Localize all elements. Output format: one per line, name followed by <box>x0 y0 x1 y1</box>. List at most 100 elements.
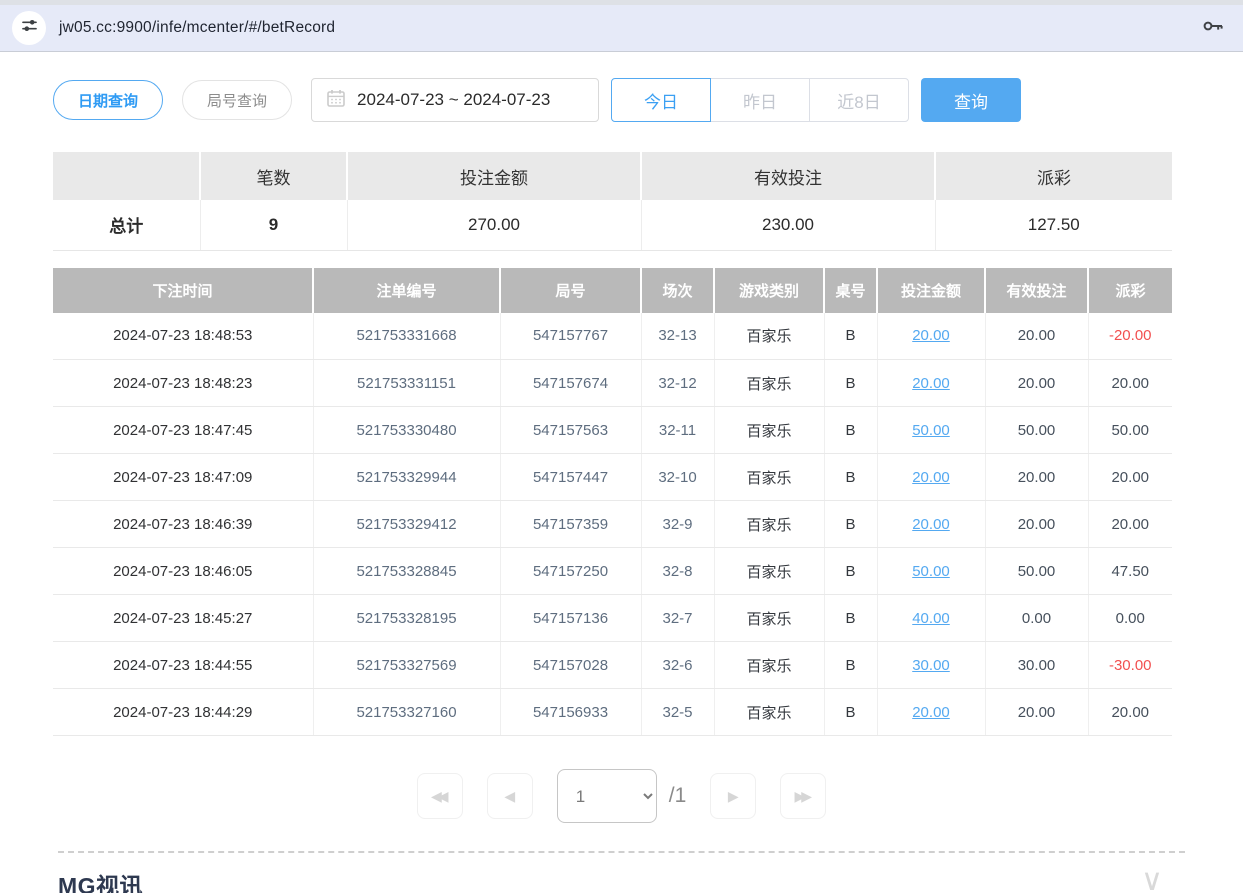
round-id-cell: 547157028 <box>500 642 641 689</box>
game-type-cell: 百家乐 <box>714 407 824 454</box>
bet-record-table: 下注时间 注单编号 局号 场次 游戏类别 桌号 投注金额 有效投注 派彩 202… <box>53 268 1172 737</box>
round-id-cell: 547157250 <box>500 548 641 595</box>
yesterday-button[interactable]: 昨日 <box>710 78 810 122</box>
prev-page-icon: ◀ <box>504 788 515 805</box>
round-id-cell: 547156933 <box>500 689 641 736</box>
today-button[interactable]: 今日 <box>611 78 711 122</box>
session-cell: 32-7 <box>641 595 714 642</box>
bet-amount-cell: 30.00 <box>877 642 985 689</box>
bet-time-cell: 2024-07-23 18:47:09 <box>53 454 313 501</box>
bet-amount-link[interactable]: 50.00 <box>912 422 950 439</box>
round-id-cell: 547157447 <box>500 454 641 501</box>
date-range-picker[interactable]: 2024-07-23 ~ 2024-07-23 <box>311 78 599 122</box>
pagination: ◀◀ ◀ 1 /1 ▶ ▶▶ <box>0 769 1243 823</box>
bet-amount-cell: 50.00 <box>877 548 985 595</box>
password-key-button[interactable] <box>1201 14 1225 43</box>
payout-cell: 20.00 <box>1088 454 1172 501</box>
payout-cell: 20.00 <box>1088 501 1172 548</box>
key-icon <box>1201 14 1225 43</box>
table-no-cell: B <box>824 689 877 736</box>
bet-record-row: 2024-07-23 18:48:23521753331151547157674… <box>53 360 1172 407</box>
bet-record-row: 2024-07-23 18:46:39521753329412547157359… <box>53 501 1172 548</box>
date-query-tab[interactable]: 日期查询 <box>53 80 163 120</box>
payout-cell: 47.50 <box>1088 548 1172 595</box>
calendar-icon <box>326 88 346 113</box>
payout-cell: 0.00 <box>1088 595 1172 642</box>
bet-amount-cell: 20.00 <box>877 454 985 501</box>
section-title: MG视讯 <box>58 873 143 893</box>
bet-amount-cell: 20.00 <box>877 360 985 407</box>
bet-time-cell: 2024-07-23 18:46:39 <box>53 501 313 548</box>
last8days-label: 近8日 <box>837 88 880 113</box>
table-no-cell: B <box>824 407 877 454</box>
bet-time-cell: 2024-07-23 18:47:45 <box>53 407 313 454</box>
game-type-cell: 百家乐 <box>714 313 824 360</box>
valid-bet-cell: 20.00 <box>985 313 1088 360</box>
bet-amount-link[interactable]: 40.00 <box>912 610 950 627</box>
last-page-icon: ▶▶ <box>794 788 812 805</box>
date-query-label: 日期查询 <box>78 90 138 111</box>
valid-bet-cell: 20.00 <box>985 454 1088 501</box>
session-cell: 32-13 <box>641 313 714 360</box>
payout-cell: 20.00 <box>1088 360 1172 407</box>
first-page-icon: ◀◀ <box>431 788 449 805</box>
game-type-cell: 百家乐 <box>714 595 824 642</box>
bet-record-row: 2024-07-23 18:48:53521753331668547157767… <box>53 313 1172 360</box>
session-cell: 32-8 <box>641 548 714 595</box>
filter-toolbar: 日期查询 局号查询 2024-07-23 ~ 2024-07-23 今日 昨日 <box>53 78 1185 122</box>
round-query-tab[interactable]: 局号查询 <box>182 80 292 120</box>
session-cell: 32-10 <box>641 454 714 501</box>
first-page-button[interactable]: ◀◀ <box>417 773 463 819</box>
bet-amount-link[interactable]: 20.00 <box>912 469 950 486</box>
last8days-button[interactable]: 近8日 <box>809 78 909 122</box>
next-page-button[interactable]: ▶ <box>710 773 756 819</box>
header-payout: 派彩 <box>1088 268 1172 313</box>
payout-cell: 20.00 <box>1088 689 1172 736</box>
game-type-cell: 百家乐 <box>714 642 824 689</box>
summary-header-valid-bet: 有效投注 <box>641 152 935 200</box>
round-id-cell: 547157767 <box>500 313 641 360</box>
order-id-cell: 521753327160 <box>313 689 500 736</box>
order-id-cell: 521753327569 <box>313 642 500 689</box>
header-table-no: 桌号 <box>824 268 877 313</box>
header-round-id: 局号 <box>500 268 641 313</box>
last-page-button[interactable]: ▶▶ <box>780 773 826 819</box>
bet-amount-link[interactable]: 20.00 <box>912 516 950 533</box>
session-cell: 32-5 <box>641 689 714 736</box>
bet-amount-link[interactable]: 50.00 <box>912 563 950 580</box>
chevron-down-icon: ∨ <box>1141 863 1163 893</box>
summary-total-label: 总计 <box>53 200 200 250</box>
site-settings-button[interactable] <box>12 11 46 45</box>
payout-cell: 50.00 <box>1088 407 1172 454</box>
order-id-cell: 521753328195 <box>313 595 500 642</box>
bet-amount-link[interactable]: 20.00 <box>912 704 950 721</box>
url-text[interactable]: jw05.cc:9900/infe/mcenter/#/betRecord <box>59 19 335 37</box>
valid-bet-cell: 50.00 <box>985 407 1088 454</box>
bet-amount-cell: 50.00 <box>877 407 985 454</box>
page-select[interactable]: 1 <box>557 769 657 823</box>
search-button[interactable]: 查询 <box>921 78 1021 122</box>
session-cell: 32-12 <box>641 360 714 407</box>
footer-section-header[interactable]: MG视讯 ∨ <box>58 867 1185 893</box>
browser-address-bar: jw05.cc:9900/infe/mcenter/#/betRecord <box>0 5 1243 52</box>
order-id-cell: 521753330480 <box>313 407 500 454</box>
bet-record-row: 2024-07-23 18:46:05521753328845547157250… <box>53 548 1172 595</box>
bet-time-cell: 2024-07-23 18:46:05 <box>53 548 313 595</box>
summary-header-empty <box>53 152 200 200</box>
bet-time-cell: 2024-07-23 18:44:55 <box>53 642 313 689</box>
order-id-cell: 521753329412 <box>313 501 500 548</box>
summary-total-payout: 127.50 <box>935 200 1172 250</box>
bet-amount-cell: 20.00 <box>877 689 985 736</box>
bet-amount-link[interactable]: 20.00 <box>912 375 950 392</box>
header-valid-bet: 有效投注 <box>985 268 1088 313</box>
valid-bet-cell: 20.00 <box>985 689 1088 736</box>
game-type-cell: 百家乐 <box>714 501 824 548</box>
header-bet-time: 下注时间 <box>53 268 313 313</box>
bet-record-row: 2024-07-23 18:47:09521753329944547157447… <box>53 454 1172 501</box>
summary-header-row: 笔数 投注金额 有效投注 派彩 <box>53 152 1172 200</box>
table-no-cell: B <box>824 313 877 360</box>
section-divider <box>58 851 1185 853</box>
bet-amount-link[interactable]: 20.00 <box>912 327 950 344</box>
prev-page-button[interactable]: ◀ <box>487 773 533 819</box>
bet-amount-link[interactable]: 30.00 <box>912 657 950 674</box>
